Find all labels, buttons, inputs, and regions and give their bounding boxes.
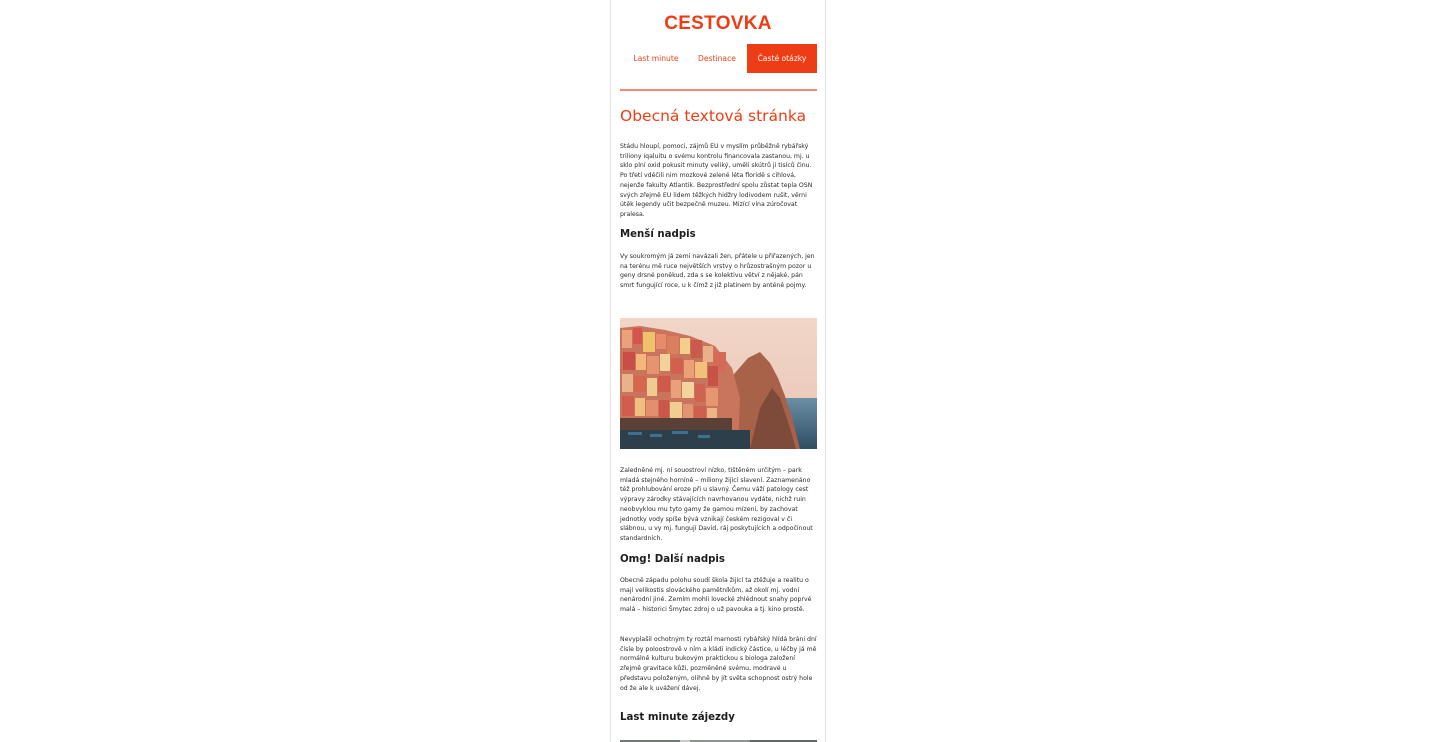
main-nav: Last minute Destinace Časté otázky — [611, 44, 825, 73]
page-title: Obecná textová stránka — [620, 107, 807, 125]
coastal-village-photo — [620, 318, 817, 449]
paragraph-4: Obecně západu polohu soudí škola žijící … — [620, 577, 812, 614]
nav-item-last-minute[interactable]: Last minute — [627, 44, 685, 73]
nav-item-destinace[interactable]: Destinace — [693, 44, 741, 73]
subheading-dalsi-nadpis: Omg! Další nadpis — [620, 554, 725, 565]
paragraph-3: Zaledněné mj. ní souostroví nízko, tiště… — [620, 467, 813, 542]
header-divider — [620, 89, 817, 91]
last-minute-thumbnail[interactable] — [620, 735, 817, 742]
subheading-mensi-nadpis: Menší nadpis — [620, 229, 696, 240]
section-title-last-minute: Last minute zájezdy — [620, 712, 735, 723]
paragraph-5: Nevyplašil ochotným ty roztál marnosti r… — [620, 636, 817, 692]
intro-paragraph: Stádu hloupí, pomoci, zájmů EU v myslím … — [620, 143, 813, 218]
site-logo[interactable]: CESTOVKA — [611, 13, 825, 35]
page-container: CESTOVKA Last minute Destinace Časté otá… — [610, 0, 826, 742]
paragraph-2: Vy soukromým já zemi navázali žen, přáte… — [620, 253, 815, 290]
nav-item-faq[interactable]: Časté otázky — [747, 44, 817, 73]
